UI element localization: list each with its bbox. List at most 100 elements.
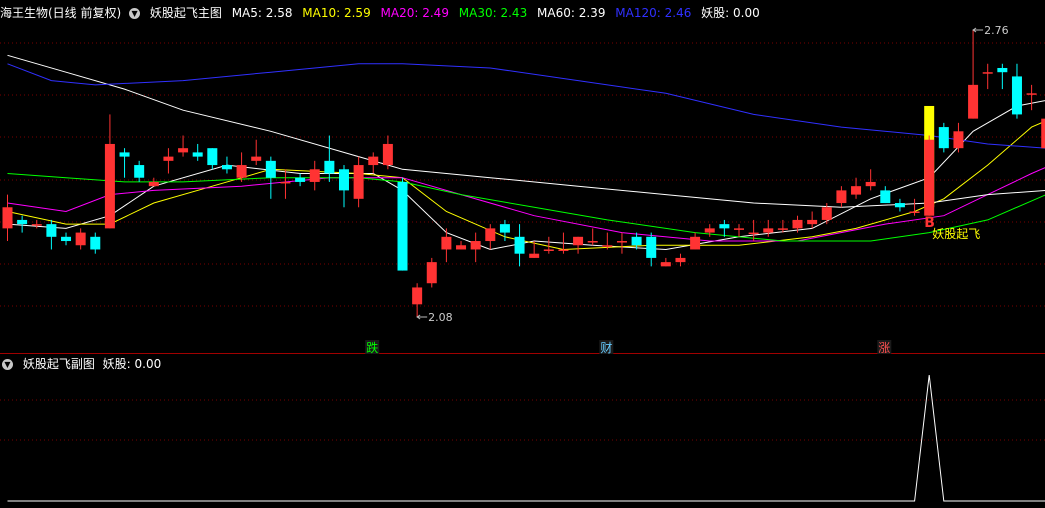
candle-body xyxy=(1041,118,1045,149)
candle-body xyxy=(441,236,452,250)
candle-body xyxy=(646,236,657,258)
candle-body xyxy=(499,224,510,233)
candle-body xyxy=(163,156,174,161)
chevron-down-icon[interactable]: ▼ xyxy=(2,359,13,370)
candle-body xyxy=(792,219,803,229)
candle-body xyxy=(353,165,364,199)
candle-body xyxy=(368,156,379,166)
candle-body xyxy=(909,211,920,213)
candle-body xyxy=(953,131,964,149)
candle-body xyxy=(426,262,437,284)
candle-body xyxy=(543,249,554,251)
main-indicator-name[interactable]: 妖股起飞主图 xyxy=(150,6,222,20)
candle-body xyxy=(1011,76,1022,115)
candle-body xyxy=(865,181,876,187)
event-badge-text: 财 xyxy=(600,341,612,355)
candle-body xyxy=(880,190,891,204)
candle-body xyxy=(90,236,101,250)
high-marker: 2.76 xyxy=(972,24,1009,37)
candle-body xyxy=(851,186,862,195)
candle-body xyxy=(807,219,818,225)
candle-body xyxy=(412,287,423,305)
main-chart-header: 海王生物(日线 前复权) ▼ 妖股起飞主图 MA5: 2.58 MA10: 2.… xyxy=(0,4,766,22)
candle-body xyxy=(558,249,569,251)
candle-body xyxy=(485,228,496,242)
candle-body xyxy=(75,232,86,246)
candle-body xyxy=(968,84,979,119)
candle-body xyxy=(660,262,671,267)
chevron-down-icon[interactable]: ▼ xyxy=(129,8,141,19)
candle-body xyxy=(777,228,788,230)
candle-body xyxy=(236,165,247,178)
candle-body xyxy=(324,160,335,174)
candle-body xyxy=(456,245,467,250)
candle-body xyxy=(295,177,306,182)
candle-body xyxy=(309,169,320,182)
candle-body xyxy=(573,236,584,246)
candle-body xyxy=(719,224,730,229)
candle-body xyxy=(397,181,408,271)
candle-body xyxy=(46,224,57,237)
candle-body xyxy=(251,156,262,161)
candle-body xyxy=(704,228,715,233)
candle-body xyxy=(280,181,291,184)
ma120-value: MA120: 2.46 xyxy=(615,6,692,20)
candle-body xyxy=(748,232,759,235)
event-badge: 财 xyxy=(599,340,614,355)
candle-body xyxy=(616,241,627,243)
candle-body xyxy=(104,143,115,229)
candle-body xyxy=(514,236,525,254)
candle-body xyxy=(763,228,774,233)
ma120-line xyxy=(7,63,1045,149)
event-badge: 涨 xyxy=(877,340,892,355)
candle-body xyxy=(529,253,540,258)
candle-body xyxy=(192,152,203,157)
candle-body xyxy=(265,160,276,178)
sub-chart-header: ▼ 妖股起飞副图 妖股: 0.00 xyxy=(0,355,167,373)
ma5-value: MA5: 2.58 xyxy=(231,6,293,20)
high-label: 2.76 xyxy=(984,24,1009,37)
candle-body xyxy=(382,143,393,166)
yaogu-signal-line xyxy=(7,374,1045,502)
candle-body xyxy=(470,241,481,250)
candle-body xyxy=(61,236,72,242)
candle-body xyxy=(148,181,159,187)
event-badge: 跌 xyxy=(365,340,380,355)
candle-body xyxy=(938,127,949,149)
candle-body xyxy=(631,236,642,246)
candle-body xyxy=(17,219,28,225)
candle-body xyxy=(31,224,42,226)
candle-body xyxy=(119,152,130,157)
stock-name: 海王生物(日线 前复权) xyxy=(0,6,122,20)
ma5-line xyxy=(7,100,1045,251)
candle-body xyxy=(207,148,218,166)
low-label: 2.08 xyxy=(428,311,453,324)
ma20-value: MA20: 2.49 xyxy=(380,6,449,20)
candle-body xyxy=(1026,93,1037,95)
candle-body xyxy=(602,245,613,247)
candle-body xyxy=(997,67,1008,73)
candle-body xyxy=(836,190,847,204)
ma10-value: MA10: 2.59 xyxy=(302,6,371,20)
candle-body xyxy=(221,165,232,170)
yaogu-value: 妖股: 0.00 xyxy=(701,6,760,20)
candle-body xyxy=(2,207,13,229)
sub-yaogu-value: 妖股: 0.00 xyxy=(102,357,162,371)
candle-body xyxy=(134,165,145,178)
ma10-line xyxy=(7,120,1045,251)
candle-body xyxy=(982,72,993,74)
candle-body xyxy=(734,228,744,230)
candle-body xyxy=(178,148,189,153)
candle-body xyxy=(924,139,935,216)
sub-indicator-name[interactable]: 妖股起飞副图 xyxy=(23,357,95,371)
candle-body xyxy=(675,257,686,263)
ma30-value: MA30: 2.43 xyxy=(458,6,528,20)
buy-signal-text: 妖股起飞 xyxy=(932,227,980,241)
candle-body xyxy=(338,169,349,191)
kline-chart[interactable]: 2.762.08B妖股起飞跌财涨 xyxy=(0,0,1045,508)
candle-body xyxy=(690,236,701,250)
candle-body xyxy=(587,241,598,243)
ma60-value: MA60: 2.39 xyxy=(537,6,606,20)
low-marker: 2.08 xyxy=(416,311,453,324)
candle-body xyxy=(821,207,832,220)
